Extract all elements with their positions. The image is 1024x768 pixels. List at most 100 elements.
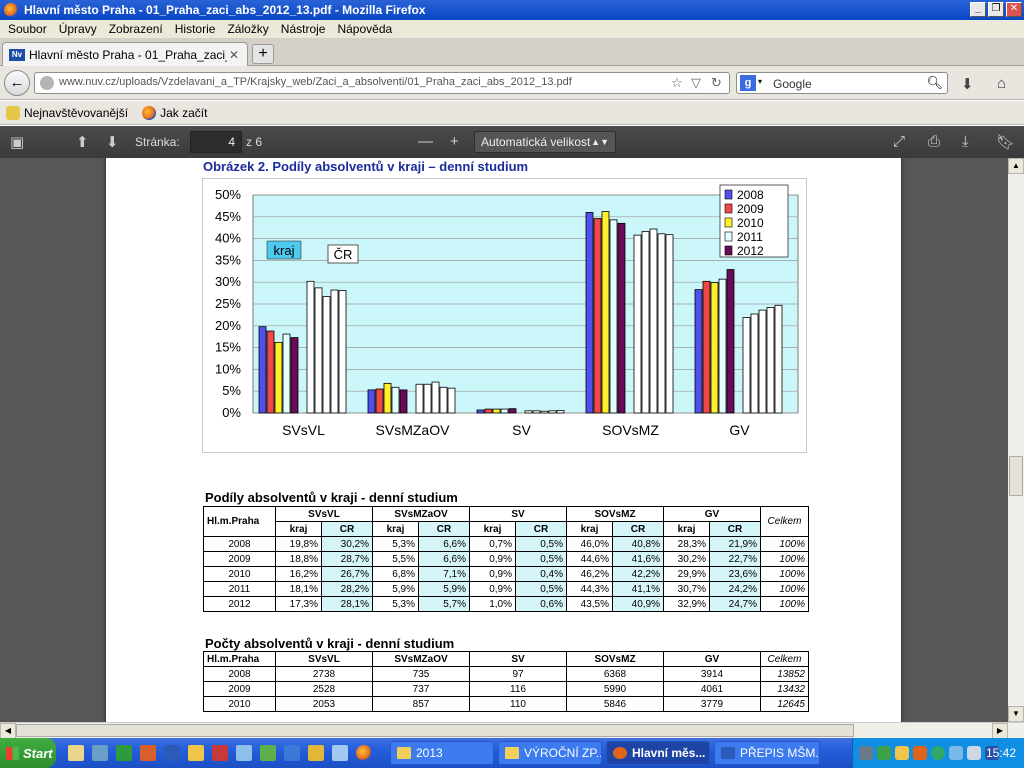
menu-historie[interactable]: Historie	[169, 22, 222, 36]
folder-icon	[397, 747, 411, 759]
table-cell: 19,8%	[275, 536, 322, 552]
search-placeholder: Google	[773, 77, 812, 91]
scroll-right-icon[interactable]: ▶	[992, 723, 1008, 739]
url-text: www.nuv.cz/uploads/Vzdelavani_a_TP/Krajs…	[59, 76, 572, 88]
scroll-thumb[interactable]	[16, 724, 854, 737]
google-icon: g	[740, 75, 756, 91]
firefox-icon[interactable]	[356, 745, 372, 761]
horizontal-scrollbar[interactable]: ◀ ▶	[0, 722, 1024, 739]
bookmark-icon[interactable]: 🔖︎	[996, 133, 1015, 151]
taskbar-item-firefox[interactable]: Hlavní měs...	[606, 741, 710, 765]
y-tick-label: 50%	[215, 187, 241, 202]
zoom-in-icon[interactable]: +	[450, 133, 459, 150]
menu-zobrazeni[interactable]: Zobrazení	[103, 22, 169, 36]
browser-tab[interactable]: Nv Hlavní město Praha - 01_Praha_zaci_ab…	[2, 42, 248, 66]
bar-kraj	[718, 278, 727, 414]
menu-napoveda[interactable]: Nápověda	[331, 22, 398, 36]
bar-kraj	[694, 289, 703, 414]
zoom-out-icon[interactable]: —	[418, 133, 433, 150]
scroll-up-icon[interactable]: ▲	[1008, 158, 1024, 174]
zoom-select[interactable]: Automatická velikost ▲▼	[474, 131, 616, 153]
url-bar[interactable]: www.nuv.cz/uploads/Vzdelavani_a_TP/Krajs…	[34, 72, 730, 94]
table-cell: 0,5%	[515, 551, 567, 567]
download-icon[interactable]: ⤓	[962, 133, 969, 150]
scroll-down-icon[interactable]: ▼	[1008, 706, 1024, 722]
quicklaunch-icon[interactable]	[68, 745, 84, 761]
previous-page-icon[interactable]: ⬆	[76, 133, 89, 151]
vertical-scrollbar[interactable]: ▲ ▼	[1008, 158, 1024, 722]
menu-zalozky[interactable]: Záložky	[221, 22, 274, 36]
search-box[interactable]: g ▾ Google 🔍︎	[736, 72, 948, 94]
powerpoint-icon[interactable]	[140, 745, 156, 761]
sub-header: CR	[515, 521, 567, 537]
page-number-input[interactable]: 4	[190, 131, 242, 153]
menu-soubor[interactable]: Soubor	[2, 22, 53, 36]
sub-header: CR	[321, 521, 373, 537]
quicklaunch-icon[interactable]	[308, 745, 324, 761]
history-dropdown-icon[interactable]: ▽	[691, 75, 701, 91]
quicklaunch-icon[interactable]	[236, 745, 252, 761]
x-category-label: GV	[729, 422, 750, 438]
start-button[interactable]: Start	[0, 738, 56, 768]
restore-button[interactable]: ❐	[988, 2, 1004, 17]
bar-cr	[758, 309, 767, 414]
scroll-left-icon[interactable]: ◀	[0, 723, 16, 739]
y-tick-label: 15%	[215, 340, 241, 355]
bar-kraj	[710, 282, 719, 414]
next-page-icon[interactable]: ⬇	[106, 133, 119, 151]
search-engine-dropdown-icon[interactable]: ▾	[758, 77, 762, 86]
search-icon[interactable]: 🔍︎	[926, 75, 943, 91]
quicklaunch-icon[interactable]	[260, 745, 276, 761]
tray-icon[interactable]	[913, 746, 927, 760]
bookmark-star-icon[interactable]: ☆	[671, 75, 683, 91]
row-total: 100%	[760, 581, 809, 597]
minimize-button[interactable]: _	[970, 2, 986, 17]
column-header: SVsVL	[275, 651, 373, 667]
row-total: 13852	[760, 666, 809, 682]
shield-icon[interactable]	[895, 746, 909, 760]
tab-close-icon[interactable]: ✕	[227, 48, 241, 62]
bar-kraj	[726, 269, 735, 414]
bar-cr	[415, 383, 424, 414]
bookmark-getting-started[interactable]: Jak začít	[142, 105, 207, 120]
menu-upravy[interactable]: Úpravy	[53, 22, 103, 36]
download-icon[interactable]: ⬇	[961, 75, 974, 93]
back-button[interactable]: ←	[4, 70, 30, 96]
reload-icon[interactable]: ↻	[711, 75, 722, 91]
taskbar-item-word[interactable]: PŘEPIS MŠM...	[714, 741, 820, 765]
home-icon[interactable]: ⌂	[997, 75, 1006, 92]
tray-icon[interactable]	[877, 746, 891, 760]
table-cell: 6,6%	[418, 551, 470, 567]
menu-nastroje[interactable]: Nástroje	[275, 22, 332, 36]
scroll-thumb[interactable]	[1009, 456, 1023, 496]
bookmark-most-visited[interactable]: Nejnavštěvovanější	[6, 105, 128, 120]
y-tick-label: 0%	[222, 405, 241, 420]
sub-header: kraj	[469, 521, 516, 537]
volume-icon[interactable]	[967, 746, 981, 760]
table-cell: 6,8%	[372, 566, 419, 582]
quicklaunch-icon[interactable]	[92, 745, 108, 761]
quicklaunch-icon[interactable]	[188, 745, 204, 761]
table-cell: 737	[372, 681, 470, 697]
print-icon[interactable]: ⎙	[928, 133, 940, 150]
row-year: 2008	[203, 536, 276, 552]
bar-cr	[338, 290, 347, 414]
taskbar-item-vyrocni[interactable]: VÝROČNÍ ZP...	[498, 741, 602, 765]
excel-icon[interactable]	[116, 745, 132, 761]
quicklaunch-icon[interactable]	[212, 745, 228, 761]
network-icon[interactable]	[949, 746, 963, 760]
word-icon[interactable]	[164, 745, 180, 761]
fullscreen-icon[interactable]: ⤢	[893, 133, 905, 150]
bar-cr	[657, 233, 666, 414]
tray-icon[interactable]	[931, 746, 945, 760]
new-tab-button[interactable]: +	[252, 44, 274, 64]
tray-icon[interactable]	[859, 746, 873, 760]
quicklaunch-icon[interactable]	[284, 745, 300, 761]
bar-cr	[431, 381, 440, 414]
quicklaunch-icon[interactable]	[332, 745, 348, 761]
table-cell: 24,7%	[709, 596, 761, 612]
sidebar-toggle-icon[interactable]: ▣	[10, 133, 24, 151]
taskbar-item-2013[interactable]: 2013	[390, 741, 494, 765]
close-button[interactable]: ✕	[1006, 2, 1022, 17]
total-header: Celkem	[760, 651, 809, 667]
